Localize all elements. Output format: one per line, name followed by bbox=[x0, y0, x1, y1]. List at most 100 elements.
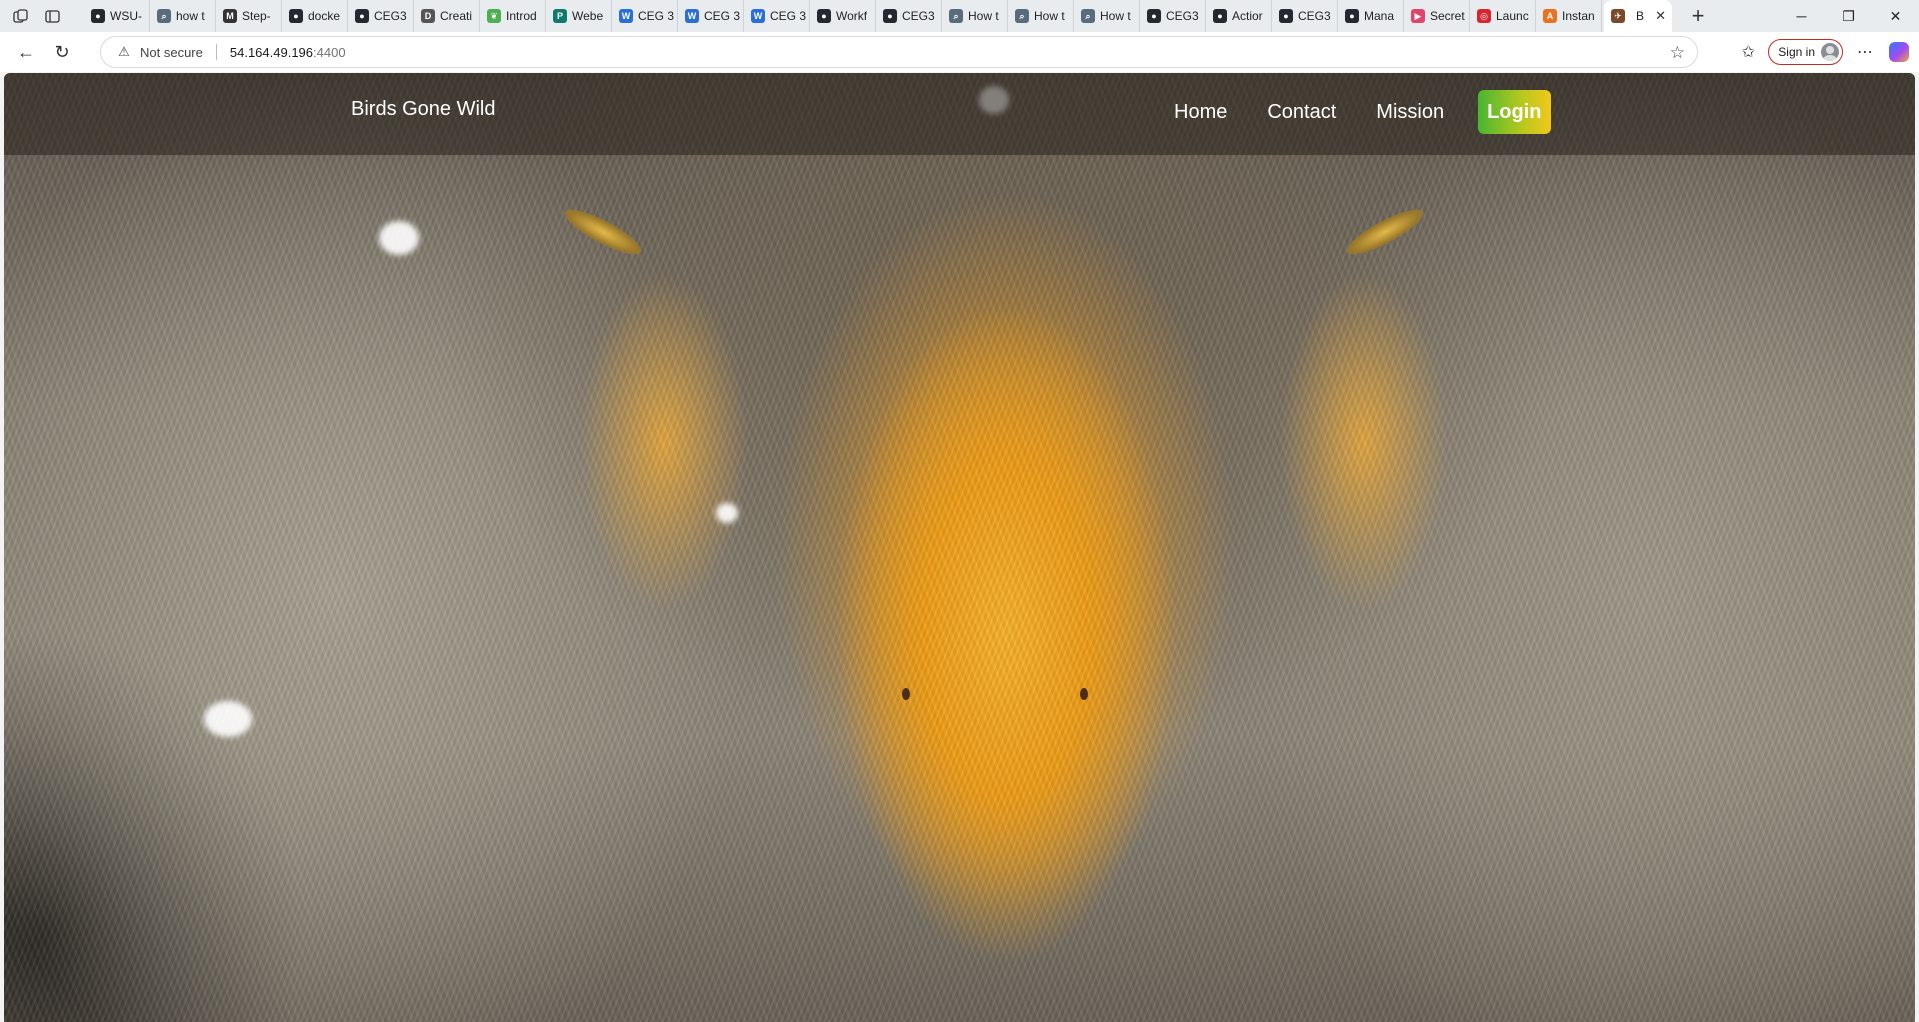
favorites-icon[interactable]: ✩ bbox=[1732, 36, 1764, 68]
medium-icon: M bbox=[223, 9, 237, 23]
snowflake bbox=[716, 503, 738, 523]
tab-item[interactable]: ● CEG3 bbox=[1272, 0, 1338, 32]
tab-active[interactable]: ✈ B ✕ bbox=[1604, 0, 1672, 32]
tab-label: CEG3 bbox=[1298, 9, 1331, 23]
sign-in-button[interactable]: Sign in bbox=[1768, 39, 1843, 65]
github-icon: ● bbox=[91, 9, 105, 23]
tab-item[interactable]: ❦ Introd bbox=[480, 0, 546, 32]
wsu-icon: W bbox=[619, 9, 633, 23]
aws-icon: A bbox=[1543, 9, 1557, 23]
tab-strip: ● WSU- ⌕ how t M Step- ● docke ● CEG3 D Creati ❦ Intr… bbox=[0, 0, 1919, 32]
sign-in-label: Sign in bbox=[1778, 45, 1815, 59]
tab-label: Workf bbox=[836, 9, 868, 23]
github-icon: ● bbox=[1279, 9, 1293, 23]
nav-link-mission[interactable]: Mission bbox=[1376, 101, 1444, 124]
tab-label: Secret bbox=[1430, 9, 1465, 23]
tab-item[interactable]: ● CEG3 bbox=[876, 0, 942, 32]
tab-item[interactable]: A Instan bbox=[1536, 0, 1602, 32]
tab-item[interactable]: ⌕ How t bbox=[942, 0, 1008, 32]
search-icon: ⌕ bbox=[1081, 9, 1095, 23]
back-button[interactable]: ← bbox=[8, 36, 44, 68]
tab-label: Step- bbox=[242, 9, 271, 23]
browser-toolbar: ← ↻ ⚠ Not secure 54.164.49.196:4400 ☆ ✩ … bbox=[0, 32, 1919, 72]
eagle-nostril-right bbox=[1080, 688, 1088, 700]
site-brand[interactable]: Birds Gone Wild bbox=[351, 98, 496, 121]
tab-item[interactable]: W CEG 3 bbox=[678, 0, 744, 32]
login-button[interactable]: Login bbox=[1478, 90, 1551, 134]
snowflake bbox=[379, 221, 419, 255]
tab-label: How t bbox=[968, 9, 999, 23]
address-bar[interactable]: ⚠ Not secure 54.164.49.196:4400 ☆ bbox=[100, 36, 1698, 68]
tab-item[interactable]: D Creati bbox=[414, 0, 480, 32]
tab-label: Launc bbox=[1496, 9, 1529, 23]
github-icon: ● bbox=[355, 9, 369, 23]
tab-label: Mana bbox=[1364, 9, 1395, 23]
address-divider bbox=[215, 44, 217, 60]
tab-label: how t bbox=[176, 9, 205, 23]
url-port[interactable]: :4400 bbox=[313, 45, 346, 60]
not-secure-label[interactable]: Not secure bbox=[140, 45, 203, 60]
avatar bbox=[1821, 43, 1839, 61]
copilot-icon[interactable] bbox=[1889, 42, 1909, 62]
snowflake bbox=[204, 701, 252, 737]
tab-item[interactable]: M Step- bbox=[216, 0, 282, 32]
tab-label: Webe bbox=[572, 9, 604, 23]
minimize-button[interactable]: ─ bbox=[1778, 0, 1825, 32]
tab-item[interactable]: ● docke bbox=[282, 0, 348, 32]
close-icon[interactable]: ✕ bbox=[1655, 8, 1666, 24]
tab-item[interactable]: W CEG 3 bbox=[744, 0, 810, 32]
tab-item[interactable]: ● Mana bbox=[1338, 0, 1404, 32]
wsu-icon: W bbox=[685, 9, 699, 23]
tab-label: CEG 3 bbox=[638, 9, 675, 23]
tab-label: CEG3 bbox=[1166, 9, 1199, 23]
tab-active-label: B bbox=[1636, 9, 1645, 23]
search-icon: ⌕ bbox=[157, 9, 171, 23]
new-tab-button[interactable]: + bbox=[1682, 0, 1714, 32]
tab-strip-left bbox=[0, 8, 84, 24]
tab-item[interactable]: ● CEG3 bbox=[348, 0, 414, 32]
vertical-tabs-icon[interactable] bbox=[44, 8, 60, 24]
tab-item[interactable]: ◎ Launc bbox=[1470, 0, 1536, 32]
bird-favicon-icon: ✈ bbox=[1611, 9, 1625, 23]
workspaces-icon[interactable] bbox=[12, 8, 28, 24]
tab-list: ● WSU- ⌕ how t M Step- ● docke ● CEG3 D Creati ❦ Intr… bbox=[84, 0, 1602, 32]
launch-icon: ◎ bbox=[1477, 9, 1491, 23]
tab-label: Introd bbox=[506, 9, 537, 23]
toolbar-right: ✩ Sign in ⋯ bbox=[1732, 32, 1919, 72]
wsu-icon: W bbox=[751, 9, 765, 23]
github-icon: ● bbox=[883, 9, 897, 23]
search-icon: ⌕ bbox=[1015, 9, 1029, 23]
tab-item[interactable]: ⌕ How t bbox=[1008, 0, 1074, 32]
page-viewport: Birds Gone Wild Home Contact Mission Log… bbox=[4, 73, 1915, 1022]
close-window-button[interactable]: ✕ bbox=[1872, 0, 1919, 32]
tab-label: How t bbox=[1100, 9, 1131, 23]
dev-icon: D bbox=[421, 9, 435, 23]
tab-item[interactable]: ● Workf bbox=[810, 0, 876, 32]
site-navbar: Birds Gone Wild Home Contact Mission Log… bbox=[4, 73, 1915, 155]
tab-item[interactable]: W CEG 3 bbox=[612, 0, 678, 32]
tab-label: How t bbox=[1034, 9, 1065, 23]
github-icon: ● bbox=[1147, 9, 1161, 23]
tab-label: CEG3 bbox=[374, 9, 407, 23]
github-icon: ● bbox=[817, 9, 831, 23]
nav-link-home[interactable]: Home bbox=[1174, 101, 1227, 124]
warning-icon[interactable]: ⚠ bbox=[117, 44, 131, 59]
tab-item[interactable]: ● CEG3 bbox=[1140, 0, 1206, 32]
search-icon: ⌕ bbox=[949, 9, 963, 23]
p-icon: P bbox=[553, 9, 567, 23]
tab-item[interactable]: ● WSU- bbox=[84, 0, 150, 32]
tab-label: CEG 3 bbox=[704, 9, 741, 23]
restore-button[interactable]: ❐ bbox=[1825, 0, 1872, 32]
more-menu-icon[interactable]: ⋯ bbox=[1849, 36, 1881, 68]
tab-item[interactable]: ⌕ How t bbox=[1074, 0, 1140, 32]
tab-item[interactable]: ▶ Secret bbox=[1404, 0, 1470, 32]
tab-item[interactable]: ⌕ how t bbox=[150, 0, 216, 32]
url-host[interactable]: 54.164.49.196 bbox=[230, 45, 313, 60]
favorite-star-icon[interactable]: ☆ bbox=[1670, 43, 1685, 63]
nav-link-contact[interactable]: Contact bbox=[1267, 101, 1336, 124]
tab-label: Creati bbox=[440, 9, 473, 23]
tab-item[interactable]: ● Actior bbox=[1206, 0, 1272, 32]
tab-item[interactable]: P Webe bbox=[546, 0, 612, 32]
refresh-button[interactable]: ↻ bbox=[44, 36, 80, 68]
tab-label: docke bbox=[308, 9, 341, 23]
